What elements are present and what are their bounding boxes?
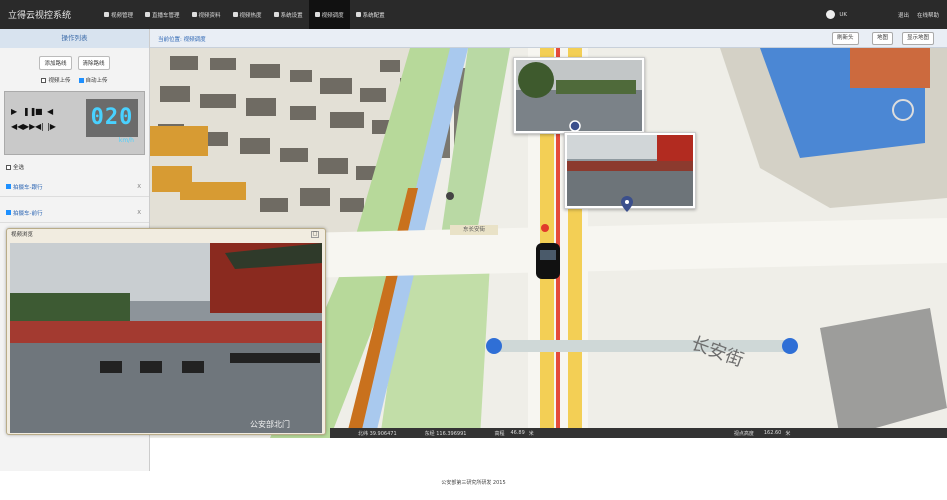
gear-icon [355,12,361,17]
checkbox-checked-icon[interactable] [6,210,11,215]
speed-unit: km/h [118,137,134,144]
checkbox-icon [6,165,11,170]
next-icon[interactable]: |▶ [47,122,59,131]
help-link[interactable]: 在线帮助 [917,11,939,19]
playback-controls: ▶ ❚❚ ■ ◀ ◀◀ ▶▶ ◀| |▶ 020 km/h [4,91,145,155]
add-route-button[interactable]: 添加路线 [39,56,72,70]
stop-icon[interactable]: ■ [35,107,47,116]
nav-video-heat[interactable]: 视频热度 [227,0,268,29]
latitude-readout: 北纬 39.906471 [358,430,397,437]
view-height-label: 视点高度 [733,430,754,437]
video-window-title: 视频浏览 [11,232,34,238]
video-caption: 公安部北门 [250,420,290,429]
main-nav: 视频管理 直播车管理 视频资料 视频热度 系统设置 视频调度 系统配置 [98,0,391,29]
speed-display: 020 [86,99,138,137]
map-button[interactable]: 地图 [872,32,894,45]
top-navbar: 立得云视控系统 视频管理 直播车管理 视频资料 视频热度 系统设置 视频调度 系… [0,0,947,29]
image-icon [191,12,197,17]
map-pin-icon[interactable] [621,196,633,212]
vehicle-item[interactable]: 拍摄车-前行 X [0,203,149,223]
remove-vehicle-icon[interactable]: X [137,210,141,216]
play-icon[interactable]: ▶ [11,107,23,116]
previous-icon[interactable]: ◀| [35,122,47,131]
film-icon [232,12,238,17]
nav-video-manage[interactable]: 视频管理 [98,0,139,29]
checkbox-checked-icon[interactable] [6,184,11,189]
road-label: 东长安街 [450,225,498,235]
remove-vehicle-icon[interactable]: X [137,184,141,190]
elevation-value: 46.89 [510,430,525,436]
compass-icon[interactable] [891,98,915,122]
logout-link[interactable]: 退出 [898,11,909,19]
view-height-unit: 米 [785,430,791,437]
video-upload-checkbox[interactable]: 视频上传 [41,76,71,84]
car-icon [145,12,151,17]
video-icon [104,12,109,17]
nav-system-settings[interactable]: 系统设置 [268,0,309,29]
close-icon[interactable]: □ [311,231,319,238]
checkbox-icon [41,78,47,83]
video-frame: 公安部北门 [10,243,322,433]
nav-video-dispatch[interactable]: 视频调度 [308,0,350,29]
app-title: 立得云视控系统 [8,11,72,21]
map-pin-icon[interactable] [569,120,581,134]
fast-forward-icon[interactable]: ▶▶ [23,122,35,131]
user-menu[interactable]: UK [826,0,847,29]
globe-icon [314,12,320,17]
refresh-button[interactable]: 刷新头 [832,32,859,45]
panel-title: 操作列表 [0,29,149,48]
checkbox-checked-icon [78,78,84,83]
breadcrumb-bar: 当前位置: 视频调度 刷新头 地图 显示地图 [150,29,947,48]
vehicle-item[interactable]: 拍摄车-跟行 X [0,177,149,197]
breadcrumb: 当前位置: 视频调度 [158,37,206,43]
video-window[interactable]: 视频浏览 □ 公安部北门 [6,228,326,435]
rewind-icon[interactable]: ◀◀ [11,122,23,131]
footer-text: 公安部第三研究所研发 2015 [441,480,506,486]
auto-upload-checkbox[interactable]: 自动上传 [78,76,108,84]
longitude-readout: 东经 116.396991 [424,430,467,437]
nav-system-config[interactable]: 系统配置 [350,0,391,29]
user-avatar-icon [826,10,836,19]
wrench-icon [273,12,279,17]
pause-icon[interactable]: ❚❚ [23,107,36,116]
clear-route-button[interactable]: 清除路线 [77,56,110,70]
elevation-label: 高程 [494,430,505,437]
elevation-unit: 米 [528,430,534,437]
nav-video-data[interactable]: 视频资料 [186,0,227,29]
step-back-icon[interactable]: ◀ [47,107,59,116]
map-status-bar: 北纬 39.906471 东经 116.396991 高程 46.89 米 视点… [330,428,947,438]
select-all-checkbox[interactable]: 全选 [6,163,149,171]
view-height-value: 162.60 [763,430,782,436]
show-map-button[interactable]: 显示地图 [902,32,935,45]
nav-live-car[interactable]: 直播车管理 [139,0,186,29]
